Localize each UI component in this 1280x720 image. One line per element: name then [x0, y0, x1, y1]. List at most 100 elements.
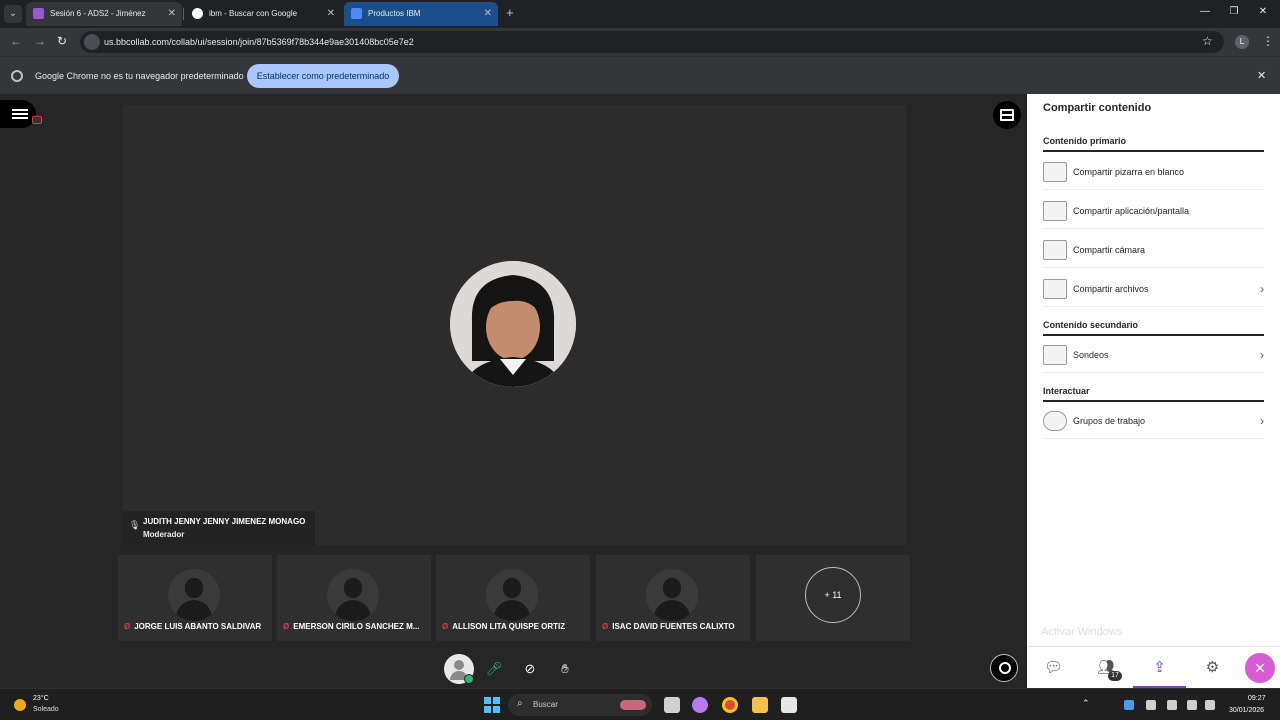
share-files-item[interactable]: Compartir archivos › [1043, 271, 1264, 307]
my-status-button[interactable] [444, 654, 474, 684]
muted-mic-icon: Ø [283, 622, 290, 631]
chevron-right-icon: › [1260, 348, 1264, 362]
new-tab-plus-icon[interactable]: + [506, 6, 514, 20]
collaborate-favicon-icon [33, 8, 44, 19]
task-view-icon[interactable] [664, 697, 680, 713]
muted-mic-icon: Ø [124, 622, 131, 631]
share-content-panel: Compartir contenido Contenido primario C… [1027, 94, 1280, 689]
presenter-video: 🎙 JUDITH JENNY JENNY JIMENEZ MONAGO Mode… [123, 105, 906, 545]
tab-title: Sesión 6 - ADS2 - Jiménez [50, 9, 146, 18]
tab-title: ibm - Buscar con Google [209, 9, 298, 18]
breakout-groups-item[interactable]: Grupos de trabajo › [1043, 403, 1264, 439]
copilot-icon[interactable] [692, 697, 708, 713]
polls-item[interactable]: Sondeos › [1043, 337, 1264, 373]
share-whiteboard-item[interactable]: Compartir pizarra en blanco [1043, 154, 1264, 190]
volume-icon[interactable] [1205, 700, 1215, 710]
online-status-icon [464, 674, 474, 684]
more-participants-tile[interactable]: + 11 [756, 555, 910, 641]
onedrive-icon[interactable] [1124, 700, 1134, 710]
microphone-icon: 🎙 [129, 520, 141, 530]
close-window-icon[interactable]: ✕ [1254, 6, 1272, 17]
chrome-icon[interactable] [722, 697, 738, 713]
layout-toggle-button[interactable] [993, 101, 1021, 129]
google-favicon-icon [192, 8, 203, 19]
store-icon[interactable] [781, 697, 797, 713]
panel-tab-bar: 💬︎ 👥︎ 17 ⇪ ⚙︎ ✕ [1027, 646, 1280, 689]
infobar-message: Google Chrome no es tu navegador predete… [35, 71, 244, 81]
section-primary-heading: Contenido primario [1043, 136, 1264, 152]
clock-date: 30/01/2026 [1229, 707, 1265, 714]
layout-icon [1000, 109, 1014, 121]
network-icon[interactable] [1187, 700, 1197, 710]
section-interact-heading: Interactuar [1043, 386, 1264, 402]
participant-avatar-icon [168, 569, 220, 621]
item-label: Compartir archivos [1073, 284, 1149, 294]
weather-condition: Soleado [33, 706, 59, 713]
tab-sesion[interactable]: Sesión 6 - ADS2 - Jiménez ✕ [26, 2, 182, 26]
microphone-button[interactable]: 🎤︎ [479, 654, 509, 684]
attendees-tab-icon[interactable]: 👥︎ 17 [1080, 647, 1133, 689]
browser-toolbar: ← → ↻ us.bbcollab.com/collab/ui/session/… [0, 28, 1280, 56]
recording-indicator-icon [32, 116, 42, 124]
close-panel-button[interactable]: ✕ [1245, 653, 1275, 683]
back-arrow-icon[interactable]: ← [10, 34, 22, 48]
participant-name-label: Ø ISAC DAVID FUENTES CALIXTO [602, 622, 735, 631]
session-status-button[interactable] [990, 654, 1018, 682]
breakout-groups-icon [1043, 411, 1067, 431]
tab-google-search[interactable]: ibm - Buscar con Google ✕ [185, 2, 341, 26]
participant-name: EMERSON CIRILO SANCHEZ M... [293, 622, 420, 631]
participant-tile[interactable]: Ø JORGE LUIS ABANTO SALDIVAR [118, 555, 272, 641]
participant-tile[interactable]: Ø ALLISON LITA QUISPE ORTIZ [436, 555, 590, 641]
presenter-avatar [450, 261, 576, 387]
set-default-button[interactable]: Establecer como predeterminado [247, 64, 399, 88]
address-bar[interactable]: us.bbcollab.com/collab/ui/session/join/8… [80, 31, 1224, 53]
reload-icon[interactable]: ↻ [57, 34, 67, 48]
tray-overflow-icon[interactable]: ⌃ [1082, 698, 1090, 709]
share-camera-item[interactable]: Compartir cámara [1043, 232, 1264, 268]
sun-icon [14, 699, 26, 711]
session-menu-button[interactable] [0, 100, 42, 128]
participant-name-label: Ø JORGE LUIS ABANTO SALDIVAR [124, 622, 261, 631]
microphone-tray-icon[interactable] [1167, 700, 1177, 710]
close-tab-icon[interactable]: ✕ [327, 2, 335, 26]
url-text[interactable]: us.bbcollab.com/collab/ui/session/join/8… [104, 31, 414, 53]
camera-off-button[interactable]: ⊘ [515, 654, 545, 684]
participant-name-label: Ø ALLISON LITA QUISPE ORTIZ [442, 622, 565, 631]
raise-hand-button[interactable]: ✋︎ [550, 654, 580, 684]
participant-avatar-icon [327, 569, 379, 621]
taskbar-search-placeholder: Buscar [533, 700, 558, 709]
tab-search-chevron-icon[interactable]: ⌄ [4, 5, 22, 23]
participant-name: ALLISON LITA QUISPE ORTIZ [452, 622, 566, 631]
item-label: Compartir aplicación/pantalla [1073, 206, 1190, 216]
tab-productos-ibm[interactable]: Productos IBM ✕ [344, 2, 498, 26]
share-application-item[interactable]: Compartir aplicación/pantalla [1043, 193, 1264, 229]
restore-icon[interactable]: ❐ [1225, 6, 1243, 17]
participant-tile[interactable]: Ø ISAC DAVID FUENTES CALIXTO [596, 555, 750, 641]
participant-tile[interactable]: Ø EMERSON CIRILO SANCHEZ M... [277, 555, 431, 641]
chat-tab-icon[interactable]: 💬︎ [1027, 647, 1080, 689]
windows-start-icon[interactable] [484, 697, 500, 713]
forward-arrow-icon[interactable]: → [34, 34, 46, 48]
presenter-name: JUDITH JENNY JENNY JIMENEZ MONAGO [143, 517, 306, 526]
windows-taskbar: 23°C Soleado ⌕ Buscar ⌃ 09:27 30/01/2026 [0, 688, 1280, 720]
muted-mic-icon: Ø [442, 622, 449, 631]
site-info-icon[interactable] [84, 34, 100, 50]
participant-name: ISAC DAVID FUENTES CALIXTO [612, 622, 735, 631]
bookmark-star-icon[interactable]: ☆ [1202, 34, 1213, 48]
clock-time: 09:27 [1248, 695, 1266, 702]
item-label: Compartir cámara [1073, 245, 1146, 255]
chrome-menu-icon[interactable]: ⋮ [1262, 34, 1274, 48]
share-content-tab-icon[interactable]: ⇪ [1133, 647, 1186, 689]
close-tab-icon[interactable]: ✕ [168, 2, 176, 26]
muted-mic-icon: Ø [602, 622, 609, 631]
taskbar-search[interactable]: ⌕ Buscar [508, 694, 652, 716]
profile-avatar[interactable]: L [1235, 35, 1249, 49]
file-explorer-icon[interactable] [752, 697, 768, 713]
close-infobar-icon[interactable]: ✕ [1257, 69, 1266, 82]
tab-divider [183, 8, 184, 20]
defender-icon[interactable] [1146, 700, 1156, 710]
close-tab-icon[interactable]: ✕ [484, 2, 492, 26]
settings-tab-icon[interactable]: ⚙︎ [1186, 647, 1239, 689]
more-participants-count[interactable]: + 11 [805, 567, 861, 623]
minimize-icon[interactable]: — [1196, 6, 1214, 17]
